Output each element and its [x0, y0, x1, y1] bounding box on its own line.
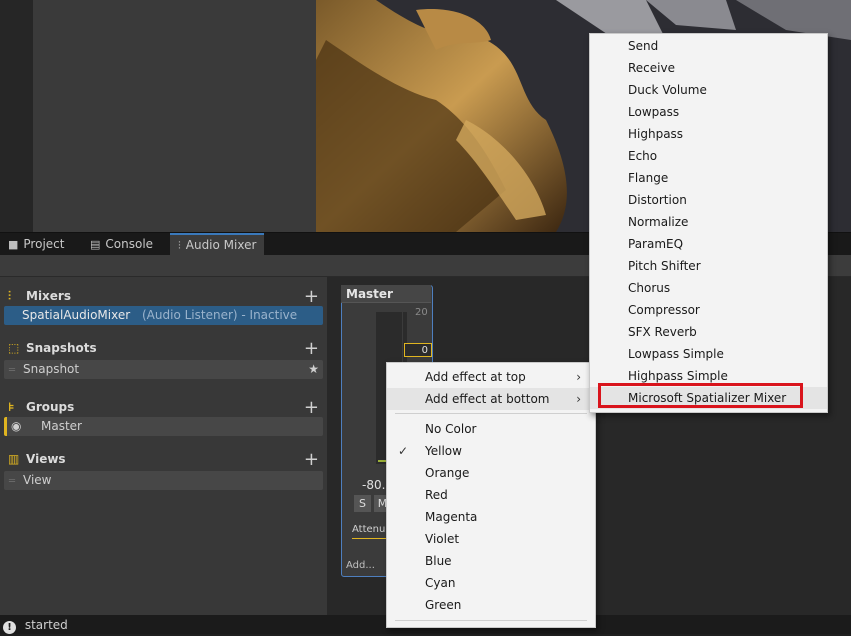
add-mixer-button[interactable]: + — [304, 286, 319, 307]
tab-console[interactable]: ▤ Console — [82, 233, 161, 255]
drag-handle-icon[interactable]: ═ — [4, 472, 23, 491]
eye-icon[interactable]: ◉ — [7, 417, 41, 436]
fader-handle[interactable]: 0 — [404, 343, 432, 357]
solo-button[interactable]: S — [354, 495, 371, 512]
effect-item-compressor[interactable]: Compressor — [590, 299, 827, 321]
views-header: ▥ Views + — [8, 449, 319, 470]
mixer-icon: ⫶ — [8, 289, 12, 303]
effects-submenu: Send Receive Duck Volume Lowpass Highpass Ech… — [589, 33, 828, 413]
highlight-box — [598, 383, 803, 408]
inspector-panel — [33, 0, 316, 232]
group-item[interactable]: ◉ Master — [4, 417, 323, 436]
snapshots-header: ⬚ Snapshots + — [8, 338, 319, 359]
effect-item-chorus[interactable]: Chorus — [590, 277, 827, 299]
add-view-button[interactable]: + — [304, 449, 319, 470]
effect-item-flange[interactable]: Flange — [590, 167, 827, 189]
mixer-icon: ⫶ — [178, 239, 181, 252]
color-magenta[interactable]: Magenta — [387, 506, 595, 528]
star-icon[interactable]: ★ — [308, 360, 319, 379]
effect-item-distortion[interactable]: Distortion — [590, 189, 827, 211]
add-effect-button[interactable]: Add... — [346, 560, 375, 571]
color-green[interactable]: Green — [387, 594, 595, 616]
strip-context-menu: Add effect at top › Add effect at bottom ›… — [386, 362, 596, 628]
chevron-right-icon: › — [576, 392, 581, 406]
add-effect-bottom-item[interactable]: Add effect at bottom › — [387, 388, 595, 410]
snapshot-icon: ⬚ — [8, 341, 20, 355]
effect-item-receive[interactable]: Receive — [590, 57, 827, 79]
hierarchy-panel — [0, 0, 33, 232]
color-no-color[interactable]: No Color — [387, 418, 595, 440]
groups-header: ⊧ Groups + — [8, 397, 319, 418]
effect-item-duck-volume[interactable]: Duck Volume — [590, 79, 827, 101]
chevron-right-icon: › — [576, 370, 581, 384]
console-icon: ▤ — [90, 238, 101, 251]
menu-separator — [395, 413, 587, 414]
add-group-button[interactable]: + — [304, 397, 319, 418]
mixers-header: ⫶ Mixers + — [8, 286, 319, 307]
effect-item-echo[interactable]: Echo — [590, 145, 827, 167]
color-red[interactable]: Red — [387, 484, 595, 506]
effect-item-highpass[interactable]: Highpass — [590, 123, 827, 145]
folder-icon: ■ — [8, 238, 19, 251]
tab-project[interactable]: ■ Project — [0, 233, 72, 255]
effect-item-lowpass-simple[interactable]: Lowpass Simple — [590, 343, 827, 365]
effect-item-sfx-reverb[interactable]: SFX Reverb — [590, 321, 827, 343]
strip-title: Master — [341, 285, 431, 303]
status-text: started — [24, 618, 68, 632]
drag-handle-icon[interactable]: ═ — [4, 361, 23, 380]
effect-item-pitch-shifter[interactable]: Pitch Shifter — [590, 255, 827, 277]
mixer-sidebar: ⫶ Mixers + SpatialAudioMixer (Audio Liste… — [0, 277, 327, 615]
color-orange[interactable]: Orange — [387, 462, 595, 484]
effect-item-lowpass[interactable]: Lowpass — [590, 101, 827, 123]
color-violet[interactable]: Violet — [387, 528, 595, 550]
mixer-item[interactable]: SpatialAudioMixer (Audio Listener) - Ina… — [4, 306, 323, 325]
views-icon: ▥ — [8, 452, 20, 466]
color-yellow[interactable]: ✓ Yellow — [387, 440, 595, 462]
effect-item-send[interactable]: Send — [590, 35, 827, 57]
view-item[interactable]: ═ View — [4, 471, 323, 490]
check-icon: ✓ — [398, 444, 409, 458]
add-snapshot-button[interactable]: + — [304, 338, 319, 359]
db-readout: -80. — [362, 478, 386, 492]
color-blue[interactable]: Blue — [387, 550, 595, 572]
info-icon: ! — [3, 621, 16, 634]
menu-separator — [395, 620, 587, 621]
attenuation-effect[interactable]: Attenu — [352, 524, 390, 539]
add-effect-top-item[interactable]: Add effect at top › — [387, 366, 595, 388]
scale-label: 20 — [415, 307, 428, 318]
groups-icon: ⊧ — [8, 400, 15, 414]
tab-audio-mixer[interactable]: ⫶ Audio Mixer — [170, 233, 265, 255]
color-cyan[interactable]: Cyan — [387, 572, 595, 594]
effect-item-normalize[interactable]: Normalize — [590, 211, 827, 233]
snapshot-item[interactable]: ═ Snapshot ★ — [4, 360, 323, 379]
effect-item-parameq[interactable]: ParamEQ — [590, 233, 827, 255]
